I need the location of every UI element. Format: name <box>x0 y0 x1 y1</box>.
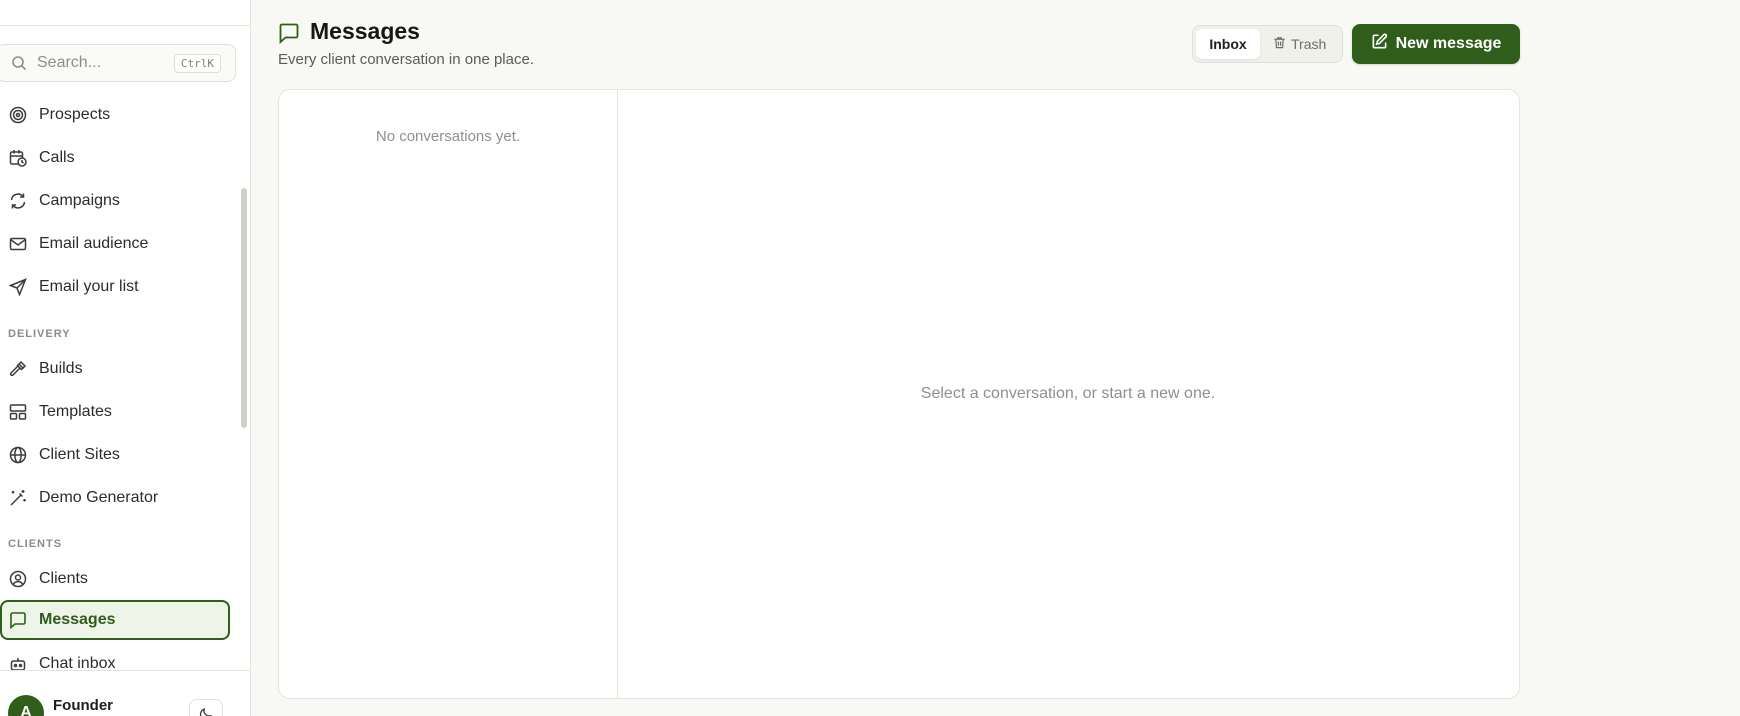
sidebar-item-prospects[interactable]: Prospects <box>0 95 230 135</box>
new-message-button[interactable]: New message <box>1352 24 1520 64</box>
sidebar-item-label: Messages <box>39 611 116 628</box>
sidebar-item-clients[interactable]: Clients <box>0 559 230 599</box>
tab-inbox[interactable]: Inbox <box>1196 29 1260 59</box>
sidebar-item-label: Email your list <box>39 278 139 295</box>
empty-detail-message: Select a conversation, or start a new on… <box>920 385 1216 402</box>
sidebar-item-label: Templates <box>39 403 112 420</box>
avatar[interactable]: A <box>8 695 44 716</box>
layout-icon <box>9 403 27 421</box>
sidebar-item-label: Campaigns <box>39 192 120 209</box>
sidebar-item-templates[interactable]: Templates <box>0 392 230 432</box>
edit-icon <box>1371 33 1388 55</box>
refresh-icon <box>9 192 27 210</box>
sidebar-item-client-sites[interactable]: Client Sites <box>0 435 230 475</box>
sidebar-item-label: Demo Generator <box>39 489 159 506</box>
search-icon <box>11 55 27 71</box>
sidebar-item-label: Builds <box>39 360 83 377</box>
user-name: Founder <box>53 697 113 714</box>
sidebar: Search... CtrlK Prospects Calls Campaign… <box>0 0 251 716</box>
sidebar-item-label: Calls <box>39 149 75 166</box>
hammer-icon <box>9 360 27 378</box>
moon-icon <box>199 707 213 716</box>
message-square-icon <box>9 611 27 629</box>
new-message-label: New message <box>1395 35 1502 52</box>
calendar-clock-icon <box>9 149 27 167</box>
sidebar-item-campaigns[interactable]: Campaigns <box>0 181 230 221</box>
target-icon <box>9 106 27 124</box>
magic-wand-icon <box>9 489 27 507</box>
globe-icon <box>9 446 27 464</box>
sidebar-item-label: Client Sites <box>39 446 120 463</box>
sidebar-scrollbar[interactable] <box>241 188 247 428</box>
folder-switcher: Inbox Trash <box>1192 25 1343 63</box>
divider <box>0 25 250 26</box>
sidebar-item-calls[interactable]: Calls <box>0 138 230 178</box>
tab-trash-label: Trash <box>1291 36 1327 52</box>
section-label-clients: CLIENTS <box>8 538 63 550</box>
sidebar-item-messages[interactable]: Messages <box>0 600 230 640</box>
section-label-delivery: DELIVERY <box>8 328 71 340</box>
conversation-list: No conversations yet. <box>279 90 618 698</box>
search-placeholder: Search... <box>37 54 102 71</box>
sidebar-item-email-audience[interactable]: Email audience <box>0 224 230 264</box>
messages-panel: No conversations yet. Select a conversat… <box>278 89 1520 699</box>
shortcut-badge: CtrlK <box>173 53 221 73</box>
page-title: Messages <box>310 18 420 44</box>
sidebar-item-label: Clients <box>39 570 88 587</box>
sidebar-item-demo-generator[interactable]: Demo Generator <box>0 478 230 518</box>
theme-toggle-button[interactable] <box>189 699 223 716</box>
mail-icon <box>9 235 27 253</box>
user-circle-icon <box>9 570 27 588</box>
search-input[interactable]: Search... CtrlK <box>0 44 236 82</box>
empty-list-message: No conversations yet. <box>375 128 521 145</box>
sidebar-item-email-your-list[interactable]: Email your list <box>0 267 230 307</box>
sidebar-item-label: Prospects <box>39 106 111 123</box>
page-subtitle: Every client conversation in one place. <box>278 51 534 68</box>
tab-trash[interactable]: Trash <box>1273 29 1339 59</box>
message-square-icon <box>278 22 300 45</box>
send-icon <box>9 278 27 296</box>
sidebar-item-builds[interactable]: Builds <box>0 349 230 389</box>
user-footer: A Founder <box>0 670 250 716</box>
sidebar-item-label: Email audience <box>39 235 149 252</box>
trash-icon <box>1273 36 1286 52</box>
